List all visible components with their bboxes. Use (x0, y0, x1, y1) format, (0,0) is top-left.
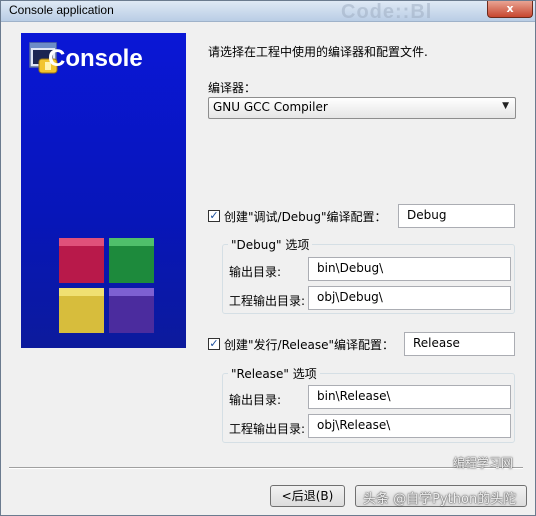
debug-obj-dir-field[interactable]: obj\Debug\ (308, 286, 511, 310)
footer-divider (9, 467, 523, 469)
debug-config-checkbox[interactable]: ✓ (208, 210, 220, 222)
debug-options-title: "Debug" 选项 (228, 236, 313, 253)
window-title: Console application (9, 3, 114, 17)
release-options-title: "Release" 选项 (228, 365, 320, 382)
wizard-side-banner (21, 33, 186, 348)
release-config-label: 创建"发行/Release"编译配置： (224, 338, 394, 352)
title-background-text: Code::Bl (341, 1, 433, 23)
close-button[interactable]: x (487, 1, 533, 18)
site-watermark: 编程学习网 (453, 456, 514, 470)
author-watermark: 头条 @自学Python的头陀 (363, 492, 517, 507)
back-button[interactable]: <后退(B) (270, 485, 345, 507)
debug-output-dir-field[interactable]: bin\Debug\ (308, 257, 511, 281)
debug-config-label: 创建"调试/Debug"编译配置： (224, 210, 387, 224)
banner-title: Console (48, 45, 143, 72)
codeblocks-cube-logo (59, 238, 154, 333)
release-obj-dir-field[interactable]: obj\Release\ (308, 414, 511, 438)
release-obj-dir-label: 工程输出目录: (229, 422, 306, 436)
title-bar: Console application Code::Bl x (1, 1, 535, 23)
compiler-label: 编译器： (208, 81, 257, 95)
debug-obj-dir-label: 工程输出目录: (229, 294, 306, 308)
release-config-checkbox[interactable]: ✓ (208, 338, 220, 350)
release-output-dir-label: 输出目录: (229, 393, 282, 407)
instructions-text: 请选择在工程中使用的编译器和配置文件. (208, 45, 428, 59)
release-output-dir-field[interactable]: bin\Release\ (308, 385, 511, 409)
compiler-dropdown-value: GNU GCC Compiler (213, 100, 328, 114)
chevron-down-icon: ▼ (502, 101, 509, 111)
release-config-name-field[interactable]: Release (404, 332, 515, 356)
dialog-window: Console application Code::Bl x Console 请… (0, 0, 536, 516)
compiler-dropdown[interactable]: GNU GCC Compiler ▼ (208, 97, 516, 119)
debug-config-name-field[interactable]: Debug (398, 204, 515, 228)
debug-output-dir-label: 输出目录: (229, 265, 282, 279)
